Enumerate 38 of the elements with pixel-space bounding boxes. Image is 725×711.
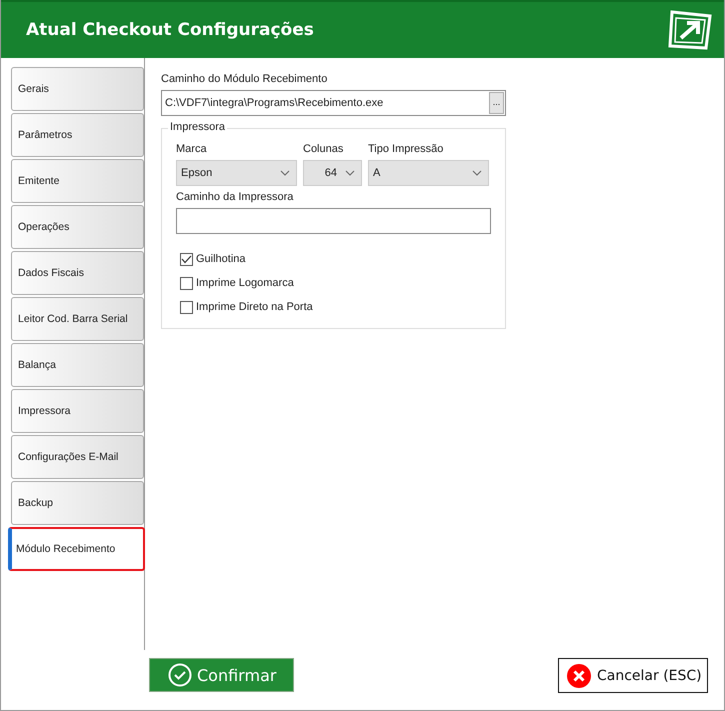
confirm-button[interactable]: Confirmar xyxy=(149,658,294,692)
sidebar-tab[interactable]: Leitor Cod. Barra Serial xyxy=(11,297,144,341)
close-icon xyxy=(567,664,591,688)
checkbox[interactable] xyxy=(180,276,193,290)
checkbox-label: Imprime Logomarca xyxy=(196,277,294,289)
dropdown[interactable]: A xyxy=(368,160,489,186)
field-label: Tipo Impressão xyxy=(368,143,444,155)
group-title: Impressora xyxy=(168,121,228,133)
chevron-icon xyxy=(280,170,290,176)
field-label: Caminho do Módulo Recebimento xyxy=(161,73,328,85)
sidebar-tab[interactable]: Emitente xyxy=(11,159,144,203)
dropdown[interactable]: 64 xyxy=(303,160,362,186)
sidebar-tab[interactable]: Parâmetros xyxy=(11,113,144,157)
check-circle-icon xyxy=(168,663,192,687)
chevron-icon xyxy=(345,170,355,176)
sidebar-tab[interactable]: Balança xyxy=(11,343,144,387)
field-label: Colunas xyxy=(303,143,344,155)
checkbox[interactable] xyxy=(180,252,193,266)
sidebar-tab[interactable]: Impressora xyxy=(11,389,144,433)
field-label: Marca xyxy=(176,143,208,155)
dropdown[interactable]: Epson xyxy=(176,160,297,186)
browse-button[interactable]: ... xyxy=(489,92,504,114)
window-title: Atual Checkout Configurações xyxy=(26,20,314,40)
logo-icon xyxy=(666,8,714,52)
checkbox-label: Imprime Direto na Porta xyxy=(196,301,313,313)
cancel-button[interactable]: Cancelar (ESC) xyxy=(558,658,708,693)
sidebar-tab[interactable]: Configurações E-Mail xyxy=(11,435,144,479)
checkbox[interactable] xyxy=(180,300,193,314)
chevron-icon xyxy=(472,170,482,176)
sidebar-tab[interactable]: Operações xyxy=(11,205,144,249)
sidebar-tab[interactable]: Gerais xyxy=(11,67,144,111)
field-label: Caminho da Impressora xyxy=(176,191,294,203)
path-field[interactable]: C:\VDF7\integra\Programs\Recebimento.exe ... xyxy=(161,90,506,116)
checkbox-label: Guilhotina xyxy=(196,253,246,265)
sidebar-tab[interactable]: Módulo Recebimento xyxy=(8,527,145,571)
sidebar-tab[interactable]: Backup xyxy=(11,481,144,525)
input-field[interactable] xyxy=(176,208,491,234)
sidebar-tab[interactable]: Dados Fiscais xyxy=(11,251,144,295)
